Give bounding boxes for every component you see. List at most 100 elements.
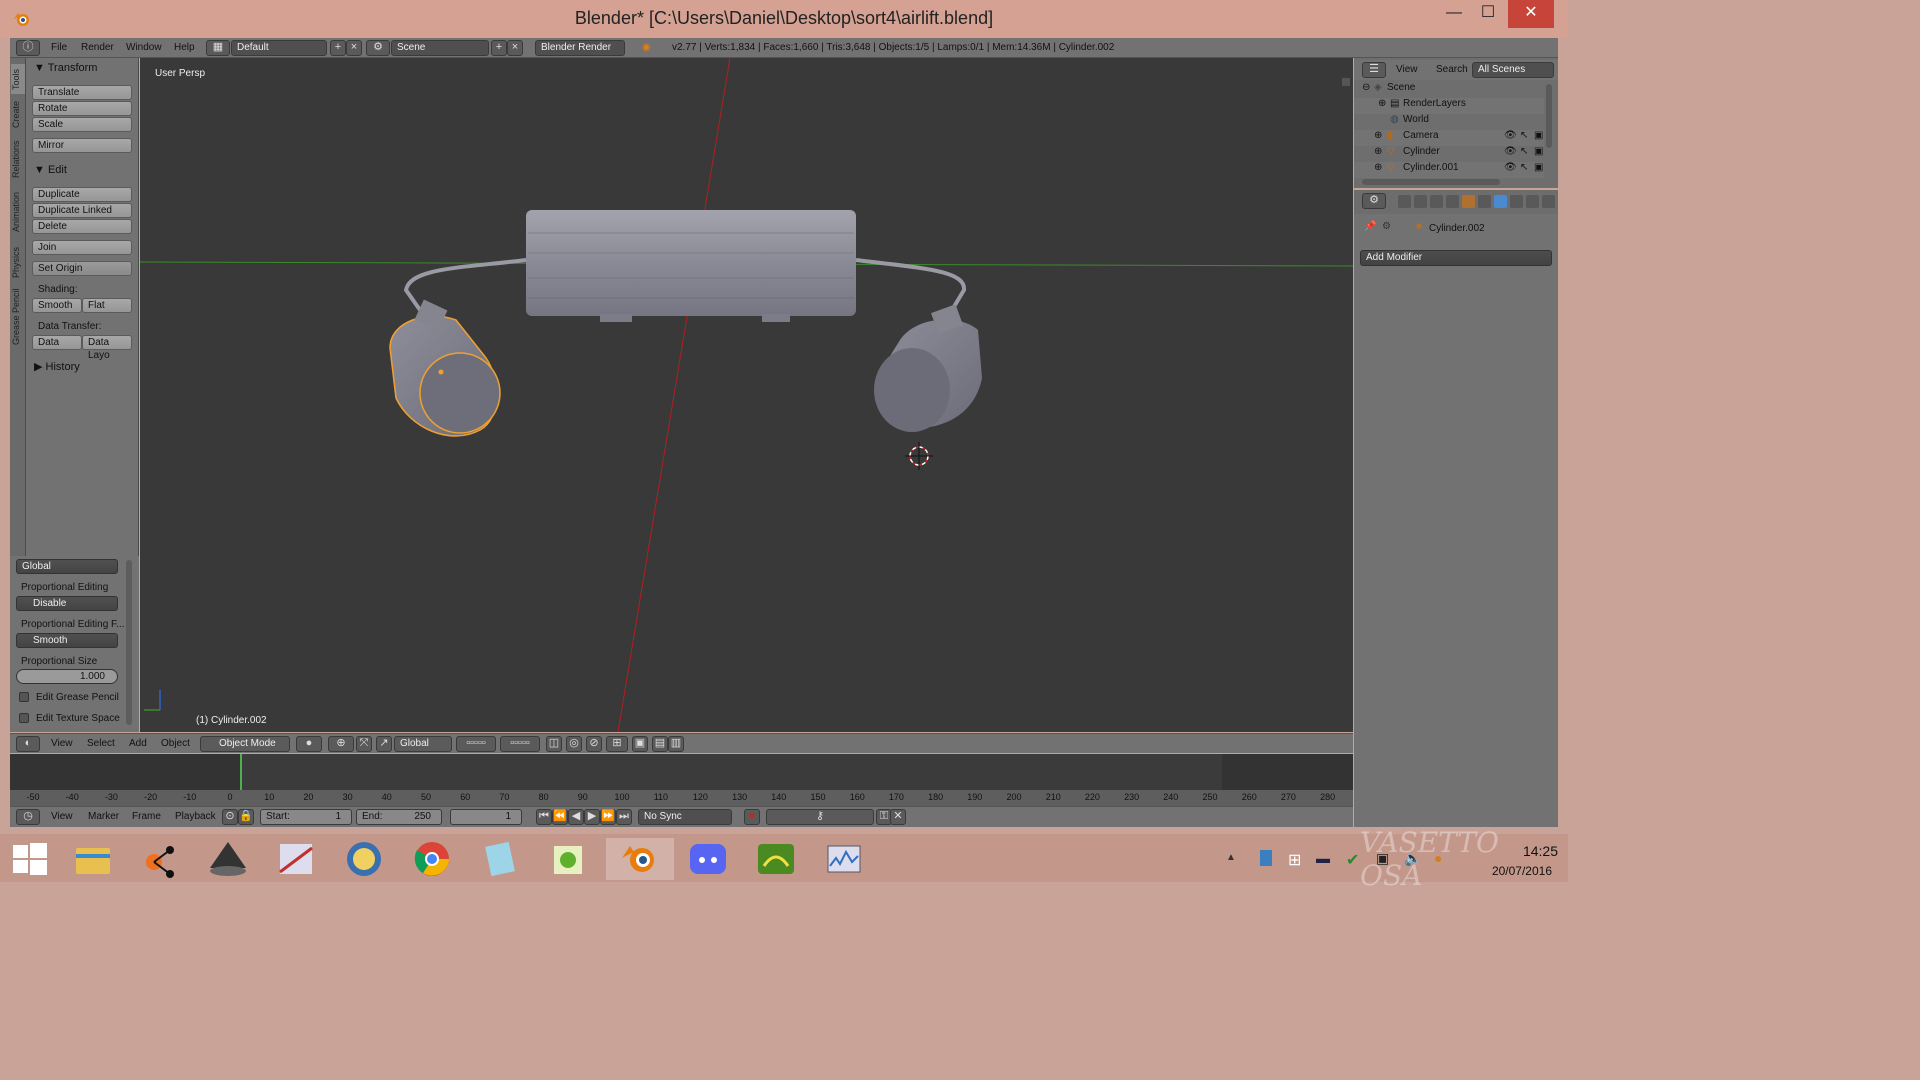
edit-texture-space-checkbox[interactable] [19, 713, 29, 723]
expand-icon[interactable]: ⊖ [1362, 82, 1370, 93]
timeline-menu-frame[interactable]: Frame [132, 811, 161, 822]
screen-layout-select[interactable]: Default [231, 40, 327, 56]
object-tab-icon[interactable] [1462, 195, 1475, 208]
mirror-button[interactable]: Mirror [32, 138, 132, 153]
next-keyframe-icon[interactable]: ⏩ [600, 809, 616, 825]
editor-type-3dview-icon[interactable]: ◐ [16, 736, 40, 752]
record-icon[interactable]: ● [744, 809, 760, 825]
selectability-cursor-icon[interactable]: ↖ [1520, 130, 1528, 141]
selectability-cursor-icon[interactable]: ↖ [1520, 162, 1528, 173]
interaction-mode-select[interactable]: Object Mode [200, 736, 290, 752]
viewport-corner-widget[interactable] [1342, 78, 1350, 86]
opengl-render-icon[interactable]: ▤ [652, 736, 668, 752]
menu-add[interactable]: Add [129, 738, 147, 749]
outliner-row-camera[interactable]: ⊕ ◧ Camera 👁 ↖ ▣ [1354, 130, 1544, 146]
chrome-icon[interactable] [398, 838, 466, 880]
render-engine-select[interactable]: Blender Render [535, 40, 625, 56]
scene-layers-grid-a[interactable]: ▫▫▫▫▫ [456, 736, 496, 752]
scene-layers-grid-b[interactable]: ▫▫▫▫▫ [500, 736, 540, 752]
transform-orientation-dropdown[interactable]: Global [16, 559, 118, 574]
paint-app-icon[interactable] [262, 838, 330, 880]
outliner-row-renderlayers[interactable]: ⊕ ▤ RenderLayers [1354, 98, 1544, 114]
transform-panel-header[interactable]: ▼ Transform [34, 62, 97, 74]
timeline-ruler[interactable] [10, 790, 1353, 806]
tab-animation[interactable]: Animation [11, 186, 25, 238]
discord-icon[interactable] [674, 838, 742, 880]
fallout-vaultboy-icon[interactable] [330, 838, 398, 880]
manipulator-orientation-select[interactable]: Global [394, 736, 452, 752]
tool-properties-scrollbar[interactable] [126, 560, 132, 725]
scale-button[interactable]: Scale [32, 117, 132, 132]
pin-icon[interactable]: 📌 [1364, 221, 1376, 232]
show-hidden-icons-icon[interactable]: ▲ [1226, 852, 1236, 863]
snap-element-icon[interactable]: ⊞ [606, 736, 628, 752]
visibility-eye-icon[interactable]: 👁 [1504, 146, 1517, 157]
expand-icon[interactable]: ⊕ [1374, 146, 1382, 157]
add-modifier-dropdown[interactable]: Add Modifier [1360, 250, 1552, 266]
manipulator-toggle-icon[interactable]: ⤧ [356, 736, 372, 752]
set-origin-dropdown[interactable]: Set Origin [32, 261, 132, 276]
maximize-button[interactable]: ☐ [1466, 0, 1510, 28]
history-panel-header[interactable]: ▶ History [34, 360, 80, 373]
duplicate-linked-button[interactable]: Duplicate Linked [32, 203, 132, 218]
timeline-menu-marker[interactable]: Marker [88, 811, 119, 822]
renderability-camera-icon[interactable]: ▣ [1534, 130, 1543, 141]
snap-toggle-icon[interactable]: ⊘ [586, 736, 602, 752]
pivot-point-icon[interactable]: ⊕ [328, 736, 354, 752]
editor-type-info-icon[interactable]: ⓘ [16, 40, 40, 56]
jump-start-icon[interactable]: ⏮ [536, 809, 552, 825]
tab-relations[interactable]: Relations [11, 136, 25, 182]
outliner-row-cylinder-001[interactable]: ⊕ ▽ Cylinder.001 👁 ↖ ▣ [1354, 162, 1544, 178]
taskbar-date[interactable]: 20/07/2016 [1490, 864, 1552, 878]
resource-monitor-icon[interactable] [810, 838, 878, 880]
expand-icon[interactable]: ⊕ [1374, 130, 1382, 141]
scene-icon[interactable]: ⚙ [366, 40, 390, 56]
tab-physics[interactable]: Physics [11, 242, 25, 282]
tab-tools[interactable]: Tools [11, 64, 25, 94]
data-transfer-button[interactable]: Data [32, 335, 82, 350]
selectability-cursor-icon[interactable]: ↖ [1520, 146, 1528, 157]
tray-app-icon[interactable] [1260, 850, 1272, 866]
file-explorer-icon[interactable] [58, 838, 126, 880]
outliner-row-world[interactable]: ◍ World [1354, 114, 1544, 130]
modifiers-tab-icon[interactable] [1494, 195, 1507, 208]
proportional-edit-icon[interactable]: ◎ [566, 736, 582, 752]
renderability-camera-icon[interactable]: ▣ [1534, 146, 1543, 157]
render-layers-tab-icon[interactable] [1414, 195, 1427, 208]
editor-type-outliner-icon[interactable]: ☰ [1362, 62, 1386, 78]
jump-end-icon[interactable]: ⏭ [616, 809, 632, 825]
edit-grease-pencil-checkbox[interactable] [19, 692, 29, 702]
3d-viewport[interactable]: User Persp (1) Cylinder.002 [140, 58, 1353, 732]
remove-layout-icon[interactable]: × [346, 40, 362, 56]
outliner-menu-search[interactable]: Search [1436, 64, 1468, 75]
data-tab-icon[interactable] [1510, 195, 1523, 208]
tray-security-icon[interactable]: ✔ [1346, 850, 1359, 870]
tray-device-icon[interactable]: ▬ [1316, 850, 1330, 866]
translate-button[interactable]: Translate [32, 85, 132, 100]
play-reverse-icon[interactable]: ◀ [568, 809, 584, 825]
play-icon[interactable]: ▶ [584, 809, 600, 825]
lock-time-icon[interactable]: 🔒 [238, 809, 254, 825]
expand-icon[interactable]: ⊕ [1378, 98, 1386, 109]
menu-window[interactable]: Window [126, 42, 162, 53]
notepad-app-icon[interactable] [466, 838, 534, 880]
screen-layout-icon[interactable]: ▦ [206, 40, 230, 56]
visibility-eye-icon[interactable]: 👁 [1504, 162, 1517, 173]
rotate-button[interactable]: Rotate [32, 101, 132, 116]
opengl-anim-icon[interactable]: ▥ [668, 736, 684, 752]
expand-icon[interactable]: ⊕ [1374, 162, 1382, 173]
proportional-editing-dropdown[interactable]: Disable [16, 596, 118, 611]
editor-type-properties-icon[interactable]: ⚙ [1362, 193, 1386, 209]
outliner-display-mode-select[interactable]: All Scenes [1472, 62, 1554, 78]
transform-manipulator-icon[interactable]: ↗ [376, 736, 392, 752]
outliner-row-scene[interactable]: ⊖ ◈ Scene [1354, 82, 1544, 98]
taskbar-clock[interactable]: 14:25 [1490, 843, 1558, 859]
render-preview-icon[interactable]: ▣ [632, 736, 648, 752]
renderability-camera-icon[interactable]: ▣ [1534, 162, 1543, 173]
wifi-app-icon[interactable] [742, 838, 810, 880]
proportional-size-slider[interactable]: 1.000 [16, 669, 118, 684]
join-button[interactable]: Join [32, 240, 132, 255]
duplicate-button[interactable]: Duplicate [32, 187, 132, 202]
tab-grease-pencil[interactable]: Grease Pencil [11, 286, 25, 348]
flat-shading-button[interactable]: Flat [82, 298, 132, 313]
